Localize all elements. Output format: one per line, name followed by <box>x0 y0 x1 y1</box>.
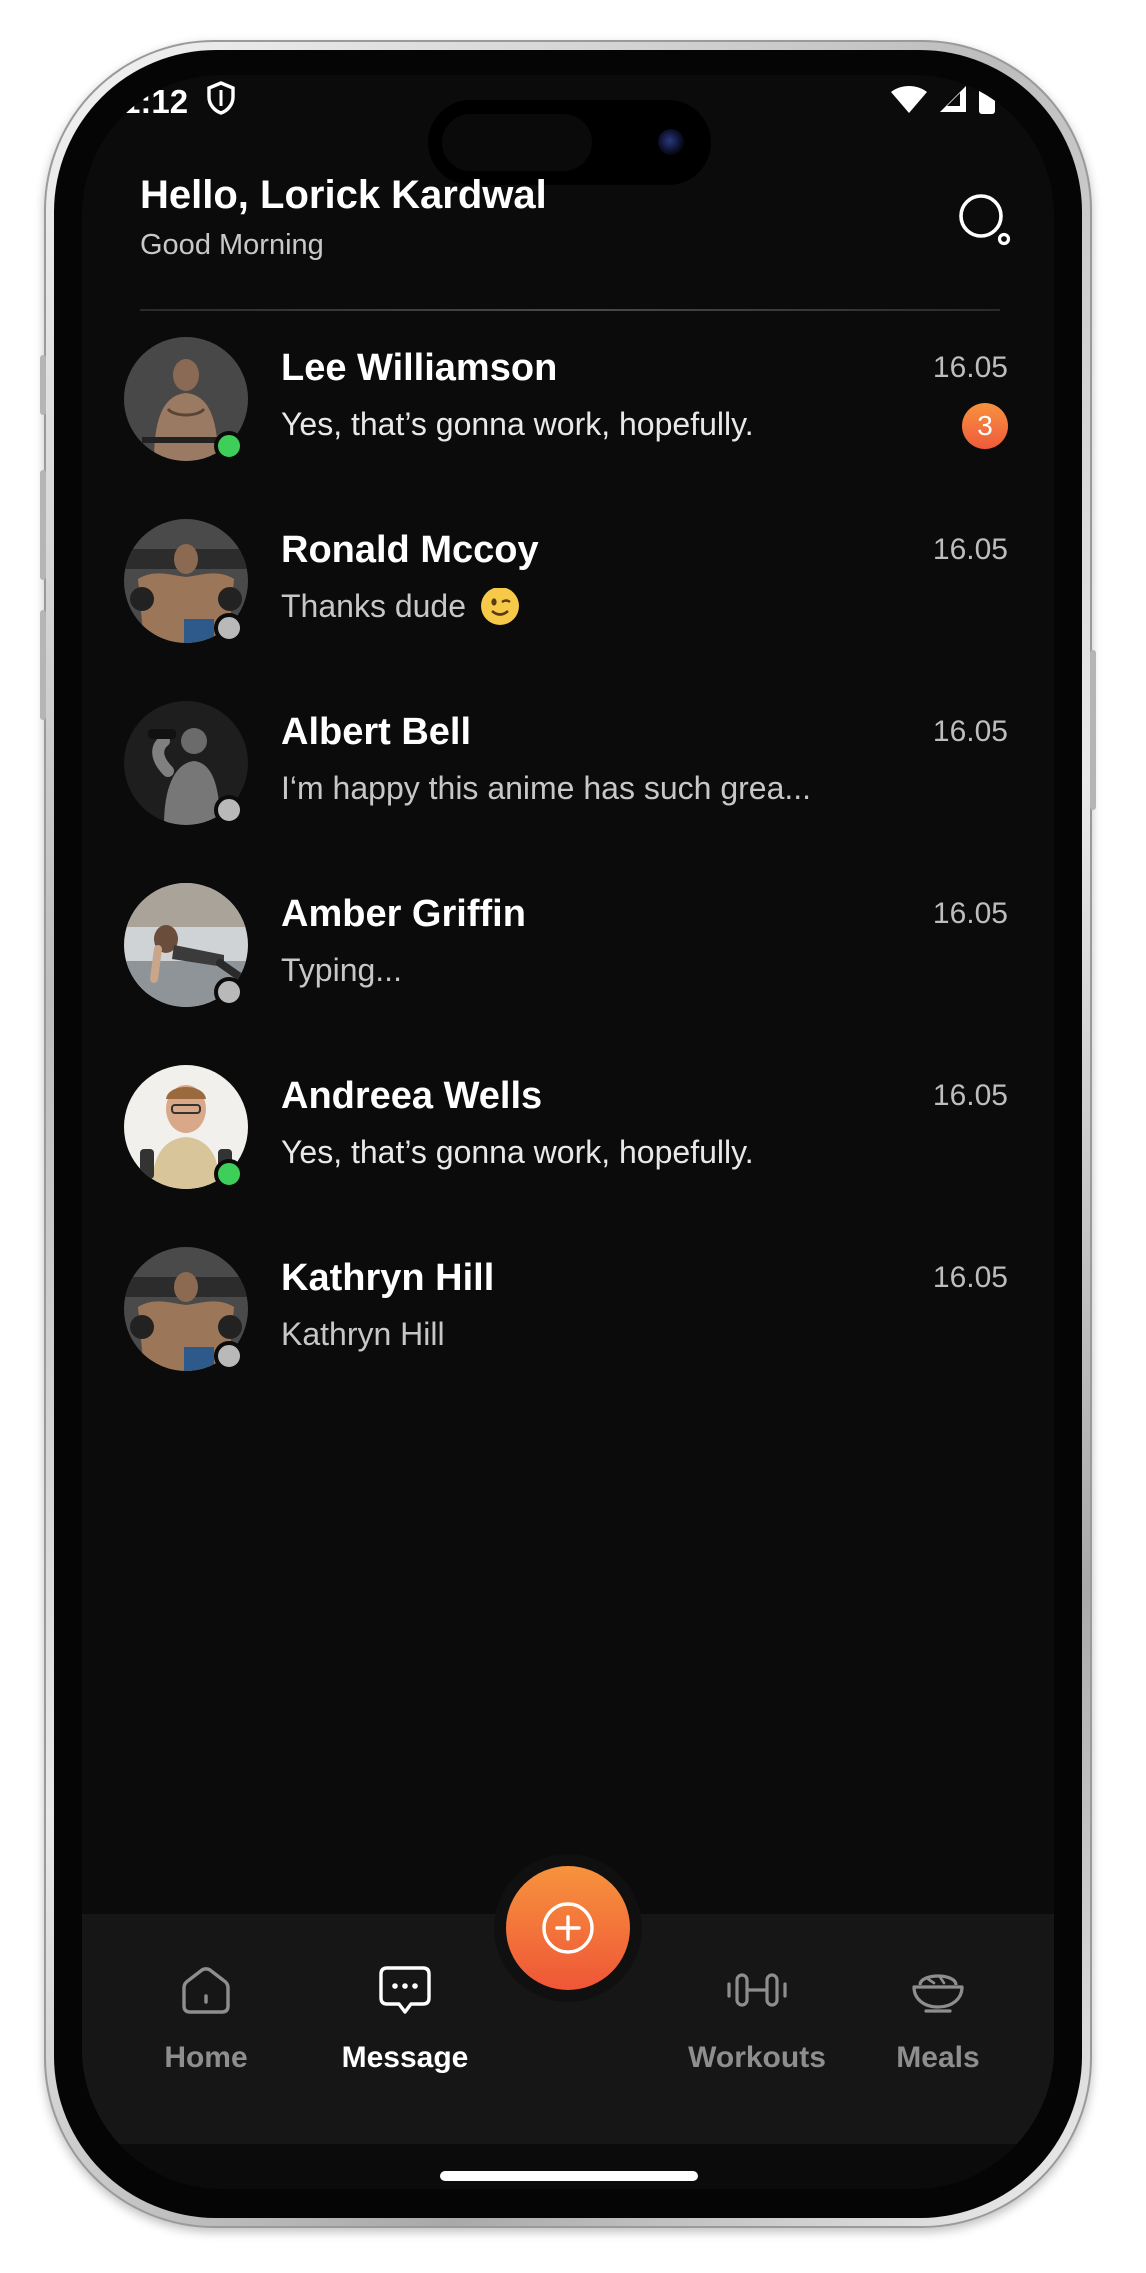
chat-row-albert-bell[interactable]: Albert Bell I‘m happy this anime has suc… <box>82 687 1054 869</box>
chat-bubble-icon <box>379 1966 431 2014</box>
add-button[interactable] <box>506 1866 630 1990</box>
message-preview: Yes, that’s gonna work, hopefully. <box>281 406 754 442</box>
power-button <box>1090 650 1096 810</box>
bowl-icon <box>912 1974 964 2013</box>
online-status-dot <box>214 431 244 461</box>
app-screen: 1:12 Hello, Lorick Kardwal Good Morning <box>82 75 1054 2189</box>
action-button <box>40 355 46 415</box>
message-time: 16.05 <box>932 715 1008 748</box>
tab-label: Message <box>341 2041 469 2074</box>
message-time: 16.05 <box>932 533 1008 566</box>
home-indicator[interactable] <box>440 2171 698 2181</box>
chat-row-ronald-mccoy[interactable]: Ronald Mccoy Thanks dude 16.05 <box>82 505 1054 687</box>
tab-label: Meals <box>896 2041 980 2074</box>
message-time: 16.05 <box>932 897 1008 930</box>
tab-label: Workouts <box>688 2041 826 2074</box>
message-preview: Kathryn Hill <box>281 1316 445 1352</box>
wifi-icon <box>890 84 928 118</box>
unread-count-badge: 3 <box>962 403 1008 449</box>
message-preview: I‘m happy this anime has such grea... <box>281 770 812 806</box>
contact-name: Albert Bell <box>281 711 472 753</box>
chat-row-lee-williamson[interactable]: Lee Williamson Yes, that’s gonna work, h… <box>82 323 1054 505</box>
winking-face-emoji-icon <box>480 588 519 625</box>
front-camera <box>658 129 684 155</box>
message-preview-text: Thanks dude <box>281 588 467 624</box>
contact-name: Andreea Wells <box>281 1075 543 1117</box>
chat-row-kathryn-hill[interactable]: Kathryn Hill Kathryn Hill 16.05 <box>82 1233 1054 1415</box>
message-preview: Yes, that’s gonna work, hopefully. <box>281 1134 754 1170</box>
cellular-signal-icon <box>938 84 968 118</box>
chat-row-andreea-wells[interactable]: Andreea Wells Yes, that’s gonna work, ho… <box>82 1051 1054 1233</box>
status-time: 1:12 <box>122 83 189 120</box>
contact-name: Amber Griffin <box>281 893 526 935</box>
message-preview: Typing... <box>281 952 402 988</box>
volume-down-button <box>40 610 46 720</box>
message-time: 16.05 <box>932 1261 1008 1294</box>
island-sensor <box>442 114 592 171</box>
tab-message[interactable]: Message <box>315 1955 495 2075</box>
message-time: 16.05 <box>932 1079 1008 1112</box>
message-preview: Thanks dude <box>281 588 519 628</box>
tab-label: Home <box>164 2041 248 2074</box>
chat-list: Lee Williamson Yes, that’s gonna work, h… <box>82 323 1054 1415</box>
page-subtitle: Good Morning <box>140 229 324 261</box>
home-icon <box>182 1967 230 2014</box>
volume-up-button <box>40 470 46 580</box>
status-icons <box>890 83 996 119</box>
dumbbell-icon <box>727 1973 787 2007</box>
offline-status-dot <box>214 1341 244 1371</box>
battery-icon <box>978 83 996 119</box>
contact-name: Kathryn Hill <box>281 1257 495 1299</box>
shield-icon <box>206 81 236 119</box>
offline-status-dot <box>214 795 244 825</box>
offline-status-dot <box>214 977 244 1007</box>
online-status-dot <box>214 1159 244 1189</box>
page-title: Hello, Lorick Kardwal <box>140 173 547 217</box>
contact-name: Lee Williamson <box>281 347 558 389</box>
plus-circle-icon <box>542 1902 594 1954</box>
offline-status-dot <box>214 613 244 643</box>
tab-home[interactable]: Home <box>116 1955 296 2075</box>
search-icon <box>959 194 1011 246</box>
header-divider <box>140 309 1000 311</box>
tab-workouts[interactable]: Workouts <box>667 1955 847 2075</box>
message-time: 16.05 <box>932 351 1008 384</box>
contact-name: Ronald Mccoy <box>281 529 539 571</box>
chat-row-amber-griffin[interactable]: Amber Griffin Typing... 16.05 <box>82 869 1054 1051</box>
search-button[interactable] <box>956 191 1012 247</box>
tab-meals[interactable]: Meals <box>848 1955 1028 2075</box>
